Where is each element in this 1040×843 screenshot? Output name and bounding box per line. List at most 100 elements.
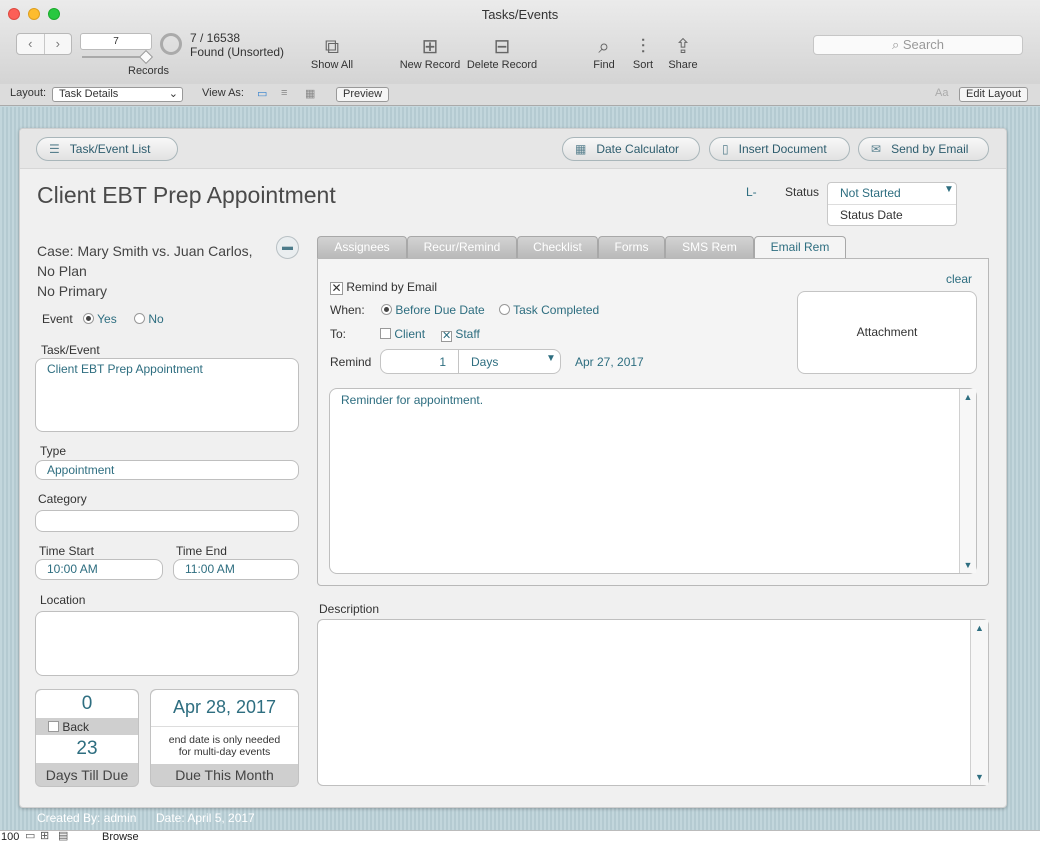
envelope-icon: ✉ xyxy=(871,142,882,156)
staff-checkbox[interactable]: ✕ Staff xyxy=(441,327,480,342)
mode-indicator[interactable]: Browse xyxy=(102,831,139,843)
insert-document-button[interactable]: ▯ Insert Document xyxy=(709,137,850,161)
case-line-3: No Primary xyxy=(37,283,108,299)
magnifier-icon: ⌕ xyxy=(598,36,610,58)
description-scrollbar[interactable]: ▲ ▼ xyxy=(970,620,988,785)
search-icon: ⌕ xyxy=(891,37,903,52)
share-button[interactable]: ⇪ Share xyxy=(664,35,702,71)
tab-sms-rem[interactable]: SMS Rem xyxy=(665,236,754,258)
event-no-radio[interactable]: No xyxy=(134,312,164,326)
task-event-list-button[interactable]: ☰ Task/Event List xyxy=(36,137,178,161)
window-title: Tasks/Events xyxy=(481,7,559,22)
status-bar: 100 ▭ ⊞ ▤ Browse xyxy=(0,830,1040,843)
task-event-label: Task/Event xyxy=(41,343,100,357)
send-by-email-button[interactable]: ✉ Send by Email xyxy=(858,137,989,161)
time-start-field[interactable]: 10:00 AM xyxy=(35,559,163,580)
preview-button[interactable]: Preview xyxy=(336,87,390,102)
radio-icon xyxy=(83,313,94,324)
tab-assignees[interactable]: Assignees xyxy=(317,236,407,258)
show-all-button[interactable]: ⧉ Show All xyxy=(306,35,358,71)
l-marker: L- xyxy=(746,185,757,199)
list-view-icon[interactable]: ≡ xyxy=(281,87,287,99)
checkbox-icon xyxy=(48,721,59,732)
tab-forms[interactable]: Forms xyxy=(598,236,665,258)
case-line-1: Case: Mary Smith vs. Juan Carlos, xyxy=(37,243,253,259)
attachment-container[interactable]: Attachment xyxy=(797,291,977,374)
task-event-list-label: Task/Event List xyxy=(69,142,151,156)
found-status: Found (Unsorted) xyxy=(190,45,285,59)
back-checkbox[interactable]: Back xyxy=(48,720,89,734)
edit-layout-button[interactable]: Edit Layout xyxy=(959,87,1029,102)
share-label: Share xyxy=(668,59,698,71)
type-field[interactable]: Appointment xyxy=(35,460,299,480)
form-view-icon[interactable]: ▭ xyxy=(257,87,267,100)
days-count: 0 xyxy=(36,690,138,718)
send-by-email-label: Send by Email xyxy=(891,142,969,156)
category-field[interactable] xyxy=(35,510,299,532)
show-all-label: Show All xyxy=(310,59,354,71)
tab-recur-remind[interactable]: Recur/Remind xyxy=(407,236,517,258)
description-label: Description xyxy=(319,602,380,616)
layout-select[interactable]: Task Details ⌄ xyxy=(52,87,183,102)
plus-icon: ⊞ xyxy=(421,36,439,58)
zoom-level[interactable]: 100 xyxy=(1,831,19,843)
task-event-field[interactable]: Client EBT Prep Appointment xyxy=(35,358,299,432)
search-placeholder: Search xyxy=(902,37,945,52)
sort-bars-icon: ⫶ xyxy=(640,36,646,58)
time-end-label: Time End xyxy=(176,544,227,558)
table-view-icon[interactable]: ▦ xyxy=(305,87,315,100)
email-message-field[interactable]: Reminder for appointment. xyxy=(329,388,977,574)
records-label: Records xyxy=(128,65,169,77)
tab-email-rem[interactable]: Email Rem xyxy=(754,236,846,259)
client-checkbox[interactable]: Client xyxy=(380,327,425,341)
created-by: Created By: admin xyxy=(37,811,137,825)
message-scrollbar[interactable]: ▲ ▼ xyxy=(959,389,976,573)
client-label: Client xyxy=(394,327,426,341)
triangle-down-icon[interactable]: ▼ xyxy=(944,184,954,195)
layout-bar: Layout: Task Details ⌄ View As: ▭ ≡ ▦ Pr… xyxy=(0,84,1040,106)
end-date-note-line-1: end date is only needed xyxy=(168,734,281,746)
chevron-down-icon: ⌄ xyxy=(168,88,178,100)
formatting-bar-icon[interactable]: Aa xyxy=(935,87,948,99)
find-button[interactable]: ⌕ Find xyxy=(588,35,620,71)
layout-label: Layout: xyxy=(10,87,47,99)
remind-by-email-checkbox[interactable]: ✕ Remind by Email xyxy=(330,280,437,295)
delete-record-button[interactable]: ⊟ Delete Record xyxy=(466,35,538,71)
next-record-button[interactable]: › xyxy=(45,34,72,54)
before-due-label: Before Due Date xyxy=(395,303,485,317)
previous-record-button[interactable]: ‹ xyxy=(17,34,45,54)
scroll-down-icon[interactable]: ▼ xyxy=(960,560,976,570)
scroll-up-icon[interactable]: ▲ xyxy=(971,623,988,633)
tab-checklist[interactable]: Checklist xyxy=(517,236,598,258)
before-due-radio[interactable]: Before Due Date xyxy=(381,303,485,317)
zoom-out-icon[interactable]: ▭ xyxy=(25,829,35,842)
search-input[interactable]: ⌕ Search xyxy=(813,35,1023,55)
task-completed-radio[interactable]: Task Completed xyxy=(499,303,599,317)
show-all-icon: ⧉ xyxy=(324,36,340,58)
sort-button[interactable]: ⫶ Sort xyxy=(628,35,658,71)
record-nav: ‹ › xyxy=(16,33,72,55)
location-field[interactable] xyxy=(35,611,299,676)
event-yes-radio[interactable]: Yes xyxy=(83,312,117,326)
scroll-down-icon[interactable]: ▼ xyxy=(971,772,988,782)
remind-unit-select[interactable]: Days xyxy=(471,355,498,369)
status-select[interactable]: Not Started xyxy=(840,186,901,200)
case-lookup-icon[interactable]: ▬ xyxy=(276,236,299,259)
due-date: Apr 28, 2017 xyxy=(172,697,277,717)
remind-number-input[interactable]: 1 xyxy=(382,355,446,369)
event-label: Event xyxy=(42,312,73,326)
checkmark-icon: ✕ xyxy=(441,330,452,342)
event-yes-label: Yes xyxy=(97,312,117,326)
clear-link[interactable]: clear xyxy=(946,272,972,286)
zoom-in-icon[interactable]: ⊞ xyxy=(40,829,49,842)
new-record-button[interactable]: ⊞ New Record xyxy=(398,35,462,71)
time-end-field[interactable]: 11:00 AM xyxy=(173,559,299,580)
record-number-input[interactable]: 7 xyxy=(80,33,152,50)
toolbar-toggle-icon[interactable]: ▤ xyxy=(58,829,68,842)
triangle-down-icon[interactable]: ▼ xyxy=(546,353,556,364)
scroll-up-icon[interactable]: ▲ xyxy=(960,392,976,402)
radio-icon xyxy=(499,304,510,315)
date-calculator-button[interactable]: ▦ Date Calculator xyxy=(562,137,700,161)
calendar-icon: ▦ xyxy=(575,142,587,156)
description-field[interactable] xyxy=(317,619,989,786)
